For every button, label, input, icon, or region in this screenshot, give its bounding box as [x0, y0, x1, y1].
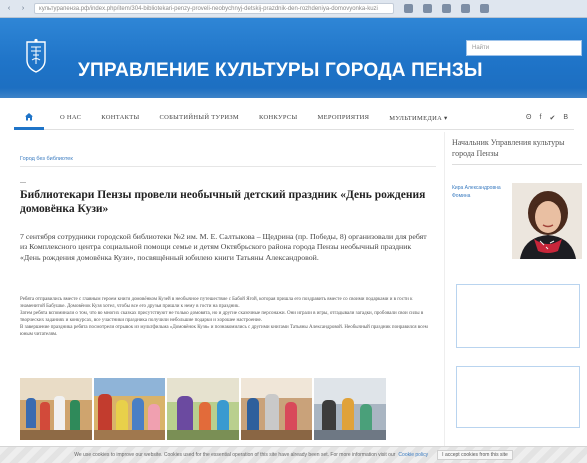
home-icon: [25, 112, 33, 120]
gallery-photo[interactable]: [93, 378, 166, 440]
meta-dash: —: [20, 180, 26, 186]
extensions-icon[interactable]: [461, 4, 470, 13]
nav-item-contacts[interactable]: Контакты: [101, 114, 139, 121]
bookmark-icon[interactable]: [423, 4, 432, 13]
vk-icon[interactable]: B: [563, 114, 568, 122]
breadcrumb[interactable]: Город без библиотек: [20, 156, 73, 162]
gallery-photo[interactable]: [20, 378, 92, 440]
browser-toolbar: ‹ › культурапенза.рф/index.php/item/304-…: [0, 0, 587, 18]
address-bar[interactable]: культурапенза.рф/index.php/item/304-bibl…: [34, 3, 394, 14]
article-lead: 7 сентября сотрудники городской библиоте…: [20, 232, 427, 262]
nav-item-about[interactable]: О нас: [60, 114, 81, 121]
cookie-policy-link[interactable]: Cookie policy: [398, 452, 428, 458]
divider: [452, 164, 582, 165]
gallery-photo[interactable]: [167, 378, 239, 440]
accept-cookies-button[interactable]: I accept cookies from this site: [437, 450, 513, 460]
head-name-link[interactable]: Кира Александровна Фомина: [452, 184, 512, 200]
sidebar-widget[interactable]: [456, 284, 580, 348]
search-input[interactable]: Найти: [466, 40, 582, 56]
nav-item-contests[interactable]: Конкурсы: [259, 114, 297, 121]
forward-icon[interactable]: ›: [18, 4, 28, 14]
portrait-image: [512, 183, 582, 259]
nav-item-events[interactable]: Мероприятия: [317, 114, 369, 121]
site-header: УПРАВЛЕНИЕ КУЛЬТУРЫ ГОРОДА ПЕНЗЫ Найти: [0, 18, 587, 98]
cookie-banner: We use cookies to improve our website. C…: [0, 446, 587, 463]
photo-gallery: [20, 378, 386, 440]
sidebar-widget[interactable]: [456, 366, 580, 428]
article-paragraph: В завершение праздника ребята посмотрели…: [20, 325, 428, 338]
sidebar-divider: [444, 132, 445, 462]
social-links: ʘ f ✔ B: [526, 114, 568, 122]
nav-item-multimedia[interactable]: Мультимедиа ▾: [389, 114, 447, 122]
reload-icon[interactable]: [404, 4, 413, 13]
sidebar-heading: Начальник Управления культуры города Пен…: [452, 138, 565, 158]
twitter-icon[interactable]: ✔: [549, 114, 555, 122]
ok-icon[interactable]: ʘ: [526, 114, 531, 122]
article-paragraph: Затем ребята вспоминали о том, что во мн…: [20, 311, 424, 324]
nav-item-event-tourism[interactable]: Событийный туризм: [160, 114, 240, 121]
article-body: Ребята отправились вместе с главным геро…: [20, 296, 432, 339]
gallery-photo[interactable]: [314, 378, 386, 440]
cookie-text: We use cookies to improve our website. C…: [74, 452, 396, 458]
article-title: Библиотекари Пензы провели необычный дет…: [20, 189, 426, 215]
facebook-icon[interactable]: f: [540, 114, 542, 122]
head-portrait[interactable]: [512, 183, 582, 259]
article-paragraph: Ребята отправились вместе с главным геро…: [20, 297, 413, 310]
divider: [20, 166, 436, 167]
site-title[interactable]: УПРАВЛЕНИЕ КУЛЬТУРЫ ГОРОДА ПЕНЗЫ: [78, 60, 483, 82]
back-icon[interactable]: ‹: [4, 4, 14, 14]
nav-home[interactable]: [14, 106, 44, 130]
main-nav: О нас Контакты Событийный туризм Конкурс…: [14, 106, 574, 130]
gallery-photo[interactable]: [240, 378, 313, 440]
downloads-icon[interactable]: [442, 4, 451, 13]
menu-icon[interactable]: [480, 4, 489, 13]
emblem-icon[interactable]: [24, 38, 48, 74]
